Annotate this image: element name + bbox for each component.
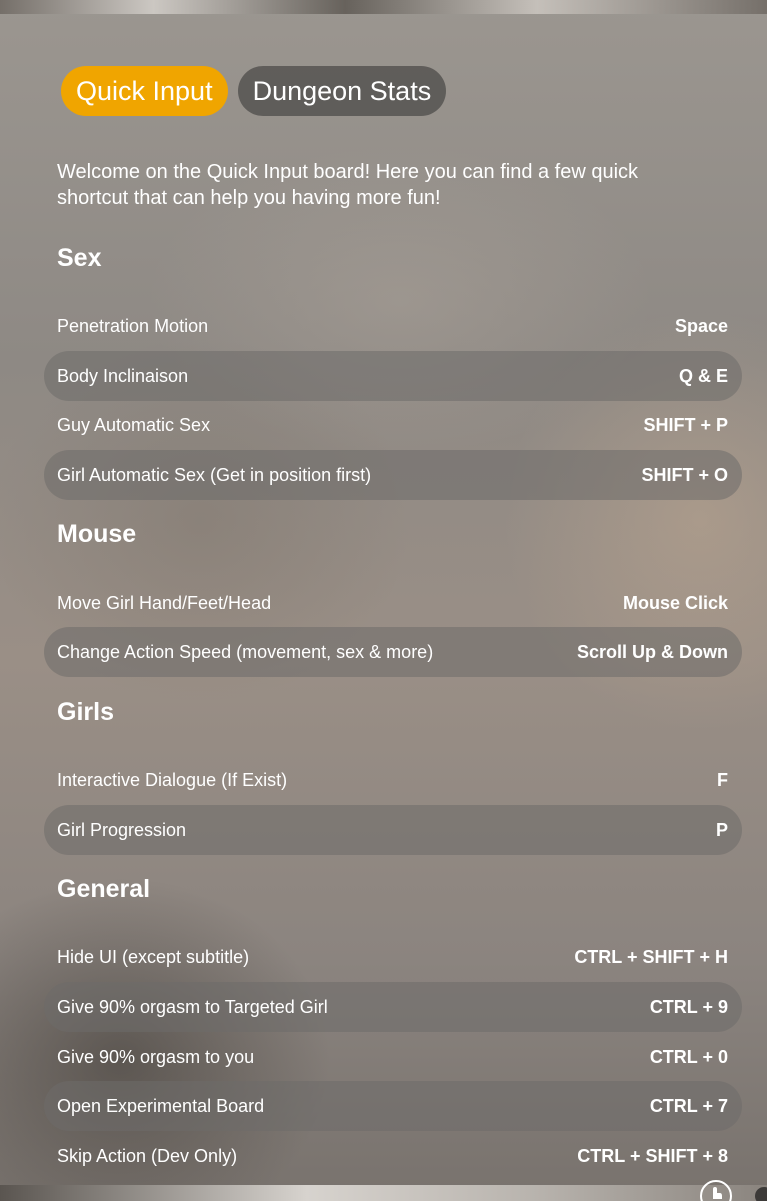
- shortcut-action: Change Action Speed (movement, sex & mor…: [57, 641, 434, 662]
- shortcut-action: Guy Automatic Sex: [57, 414, 211, 435]
- shortcut-key: Mouse Click: [622, 592, 728, 613]
- shortcut-action: Interactive Dialogue (If Exist): [57, 769, 288, 790]
- shortcut-action: Give 90% orgasm to you: [57, 1046, 255, 1067]
- shortcut-key: Q & E: [678, 365, 728, 386]
- shortcut-action: Body Inclinaison: [57, 365, 189, 386]
- shortcut-key: CTRL + SHIFT + 8: [577, 1145, 728, 1166]
- shortcut-key: CTRL + 9: [649, 996, 728, 1017]
- shortcut-row: Guy Automatic Sex SHIFT + P: [44, 400, 742, 450]
- tab-bar: Quick Input Dungeon Stats: [61, 66, 447, 116]
- shortcut-action: Hide UI (except subtitle): [57, 946, 250, 967]
- shortcut-key: P: [715, 819, 728, 840]
- shortcut-action: Open Experimental Board: [57, 1095, 265, 1116]
- shortcut-key: SHIFT + P: [643, 414, 728, 435]
- shortcut-row: Girl Automatic Sex (Get in position firs…: [44, 450, 742, 500]
- shortcut-row: Skip Action (Dev Only) CTRL + SHIFT + 8: [44, 1131, 742, 1181]
- shortcut-key: CTRL + 7: [649, 1095, 728, 1116]
- section-title-sex: Sex: [57, 244, 102, 272]
- shortcut-row: Give 90% orgasm to Targeted Girl CTRL + …: [44, 982, 742, 1032]
- intro-text: Welcome on the Quick Input board! Here y…: [57, 161, 639, 209]
- shortcut-key: Scroll Up & Down: [576, 641, 728, 662]
- shortcut-row: Give 90% orgasm to you CTRL + 0: [44, 1032, 742, 1082]
- shortcut-row: Interactive Dialogue (If Exist) F: [44, 755, 742, 805]
- shortcut-row: Girl Progression P: [44, 805, 742, 855]
- shortcut-action: Give 90% orgasm to Targeted Girl: [57, 996, 328, 1017]
- shortcut-row: Change Action Speed (movement, sex & mor…: [44, 627, 742, 677]
- shortcut-key: Space: [674, 315, 728, 336]
- section-title-general: General: [57, 875, 151, 903]
- background-bottom-strip: [0, 1185, 767, 1201]
- shortcut-key: SHIFT + O: [641, 464, 728, 485]
- shortcut-action: Girl Automatic Sex (Get in position firs…: [57, 464, 372, 485]
- shortcut-action: Move Girl Hand/Feet/Head: [57, 592, 272, 613]
- shortcut-action: Skip Action (Dev Only): [57, 1145, 238, 1166]
- tab-quick-input[interactable]: Quick Input: [61, 66, 228, 116]
- corner-button[interactable]: [755, 1187, 767, 1201]
- shortcut-row: Open Experimental Board CTRL + 7: [44, 1081, 742, 1131]
- shortcut-key: CTRL + SHIFT + H: [574, 946, 728, 967]
- shortcut-action: Girl Progression: [57, 819, 187, 840]
- shortcut-action: Penetration Motion: [57, 315, 209, 336]
- shortcut-row: Body Inclinaison Q & E: [44, 351, 742, 401]
- tab-dungeon-stats[interactable]: Dungeon Stats: [237, 66, 447, 116]
- shortcut-key: CTRL + 0: [649, 1046, 728, 1067]
- shortcut-row: Penetration Motion Space: [44, 301, 742, 351]
- quick-input-panel: Quick Input Dungeon Stats Welcome on the…: [0, 12, 767, 1185]
- hand-cursor-icon: [700, 1180, 732, 1201]
- shortcut-key: F: [717, 769, 728, 790]
- shortcut-row: Move Girl Hand/Feet/Head Mouse Click: [44, 578, 742, 628]
- section-title-girls: Girls: [57, 698, 114, 726]
- shortcut-row: Hide UI (except subtitle) CTRL + SHIFT +…: [44, 932, 742, 982]
- section-title-mouse: Mouse: [57, 520, 137, 548]
